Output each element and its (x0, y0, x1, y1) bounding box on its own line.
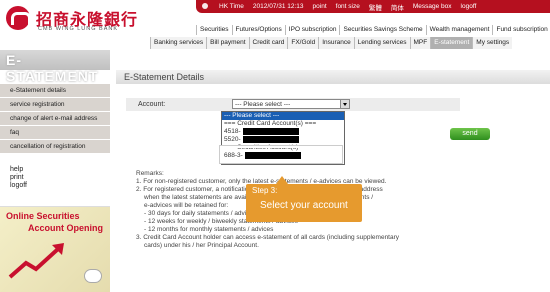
nav-futures-options[interactable]: Futures/Options (231, 25, 285, 35)
dropdown-option-credit-card-1[interactable]: 4518- (222, 128, 344, 136)
page-title-bar: E-Statement Details (116, 70, 550, 84)
hk-time-label: HK Time (219, 3, 244, 10)
nav-securities-savings[interactable]: Securities Savings Scheme (339, 25, 425, 35)
masked-number (242, 128, 299, 135)
logoff-link[interactable]: logoff (10, 182, 27, 190)
sidebar-item-change-alert-email[interactable]: change of alert e-mail address (0, 112, 110, 126)
print-link[interactable]: print (10, 174, 27, 182)
sidebar: E-STATEMENT e-Statement details service … (0, 50, 110, 292)
point-link[interactable]: point (313, 3, 327, 10)
promo-line-2: Account Opening (28, 223, 103, 233)
message-box-link[interactable]: Message box (413, 3, 452, 10)
remarks-title: Remarks: (136, 170, 164, 177)
logoff-top-link[interactable]: logoff (461, 3, 477, 10)
sidebar-item-service-registration[interactable]: service registration (0, 98, 110, 112)
nav-mpf[interactable]: MPF (409, 37, 431, 49)
mouse-icon (84, 269, 102, 283)
securities-highlight-box (220, 146, 342, 163)
hk-time-value: 2012/07/31 12:13 (252, 3, 304, 10)
sidebar-item-cancellation[interactable]: cancellation of registration (0, 140, 110, 154)
send-button[interactable]: send (450, 128, 490, 140)
sidebar-menu: e-Statement details service registration… (0, 84, 110, 154)
callout-step: Step 3: (252, 186, 278, 195)
remark-retention-monthly: - 12 months for monthly statements / adv… (144, 226, 274, 233)
nav-fund-subscription[interactable]: Fund subscription (492, 25, 550, 35)
step-callout: Step 3: Select your account (246, 176, 362, 222)
dropdown-option-credit-card-2[interactable]: 5520- (222, 136, 344, 144)
page-title: E-Statement Details (124, 72, 205, 82)
nav-ipo-subscription[interactable]: IPO subscription (284, 25, 340, 35)
account-select-value: --- Please select --- (235, 101, 291, 108)
remark-3-cont: cards) under his / her Principal Account… (144, 242, 259, 249)
nav-my-settings[interactable]: My settings (472, 37, 513, 49)
header: 招商永隆銀行 CMB WING LUNG BANK HK Time 2012/0… (0, 0, 550, 50)
account-select[interactable]: --- Please select --- (232, 99, 350, 109)
account-row: Account: --- Please select --- (126, 98, 460, 111)
sidebar-links: help print logoff (10, 166, 27, 190)
account-label: Account: (138, 101, 166, 108)
nav-row-2: Banking services Bill payment Credit car… (150, 37, 513, 49)
promo-line-1: Online Securities (6, 211, 80, 221)
nav-insurance[interactable]: Insurance (318, 37, 354, 49)
nav-fx-gold[interactable]: FX/Gold (287, 37, 319, 49)
nav-credit-card[interactable]: Credit card (248, 37, 288, 49)
masked-number (242, 136, 299, 143)
sidebar-banner-title: E-STATEMENT (6, 52, 99, 84)
nav-lending-services[interactable]: Lending services (353, 37, 410, 49)
bank-name-en: CMB WING LUNG BANK (38, 26, 119, 32)
dropdown-group-credit-card: === Credit Card Account(s) === (224, 120, 317, 127)
rising-arrow-icon (8, 243, 64, 279)
callout-message: Select your account (260, 200, 348, 211)
callout-pointer (276, 176, 288, 184)
font-size-link[interactable]: font size (336, 3, 360, 10)
help-link[interactable]: help (10, 166, 27, 174)
nav-banking-services[interactable]: Banking services (150, 37, 207, 49)
promo-banner-securities[interactable]: Online Securities Account Opening (0, 206, 110, 292)
sidebar-item-faq[interactable]: faq (0, 126, 110, 140)
nav-bill-payment[interactable]: Bill payment (206, 37, 249, 49)
top-utility-bar: HK Time 2012/07/31 12:13 point font size… (196, 0, 550, 13)
simplified-chinese-link[interactable]: 简体 (391, 2, 404, 12)
sidebar-item-e-statement-details[interactable]: e-Statement details (0, 84, 110, 98)
sidebar-banner: E-STATEMENT (0, 50, 110, 84)
clock-icon (202, 3, 210, 10)
nav-row-1: Securities Futures/Options IPO subscript… (196, 25, 550, 35)
bank-logo-icon[interactable] (6, 6, 31, 30)
chevron-down-icon[interactable] (340, 100, 349, 108)
traditional-chinese-link[interactable]: 繁體 (369, 2, 382, 12)
remark-3: 3. Credit Card Account holder can access… (136, 234, 400, 241)
nav-e-statement[interactable]: E-statement (430, 37, 473, 49)
main-content: E-Statement Details Account: --- Please … (116, 60, 550, 292)
dropdown-option-please-select[interactable]: --- Please select --- (222, 112, 344, 120)
nav-wealth-management[interactable]: Wealth management (425, 25, 493, 35)
nav-securities[interactable]: Securities (196, 25, 232, 35)
